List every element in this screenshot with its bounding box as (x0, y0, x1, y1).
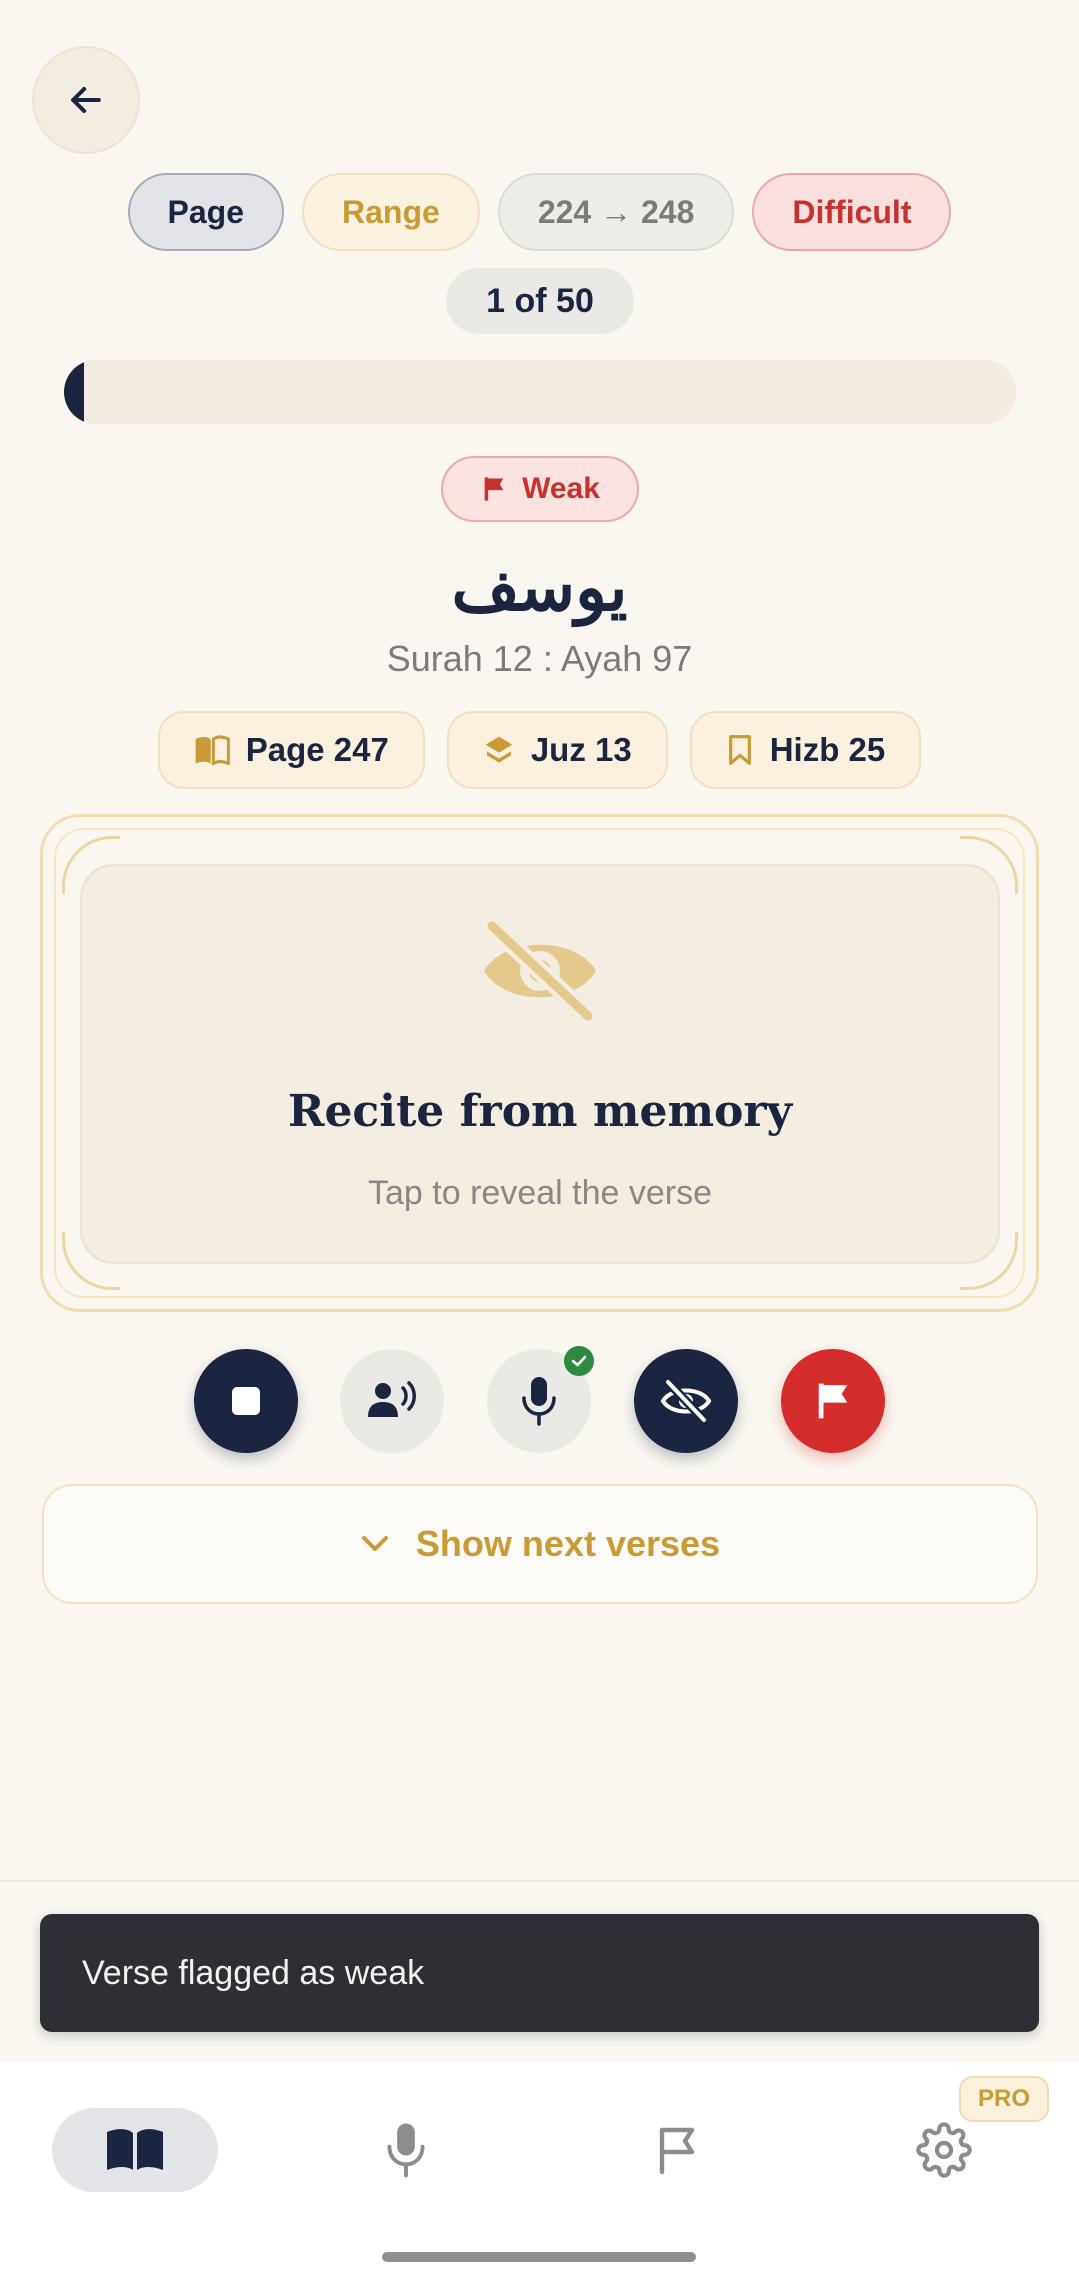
progress-fill (64, 360, 84, 424)
check-icon (564, 1346, 594, 1376)
hizb-chip-label: Hizb 25 (769, 731, 886, 768)
hide-verse-button[interactable] (634, 1349, 738, 1453)
page-chip[interactable]: Page 247 (157, 711, 425, 789)
show-next-verses-label: Show next verses (415, 1523, 721, 1564)
progress-bar (64, 360, 1016, 424)
pro-badge: PRO (959, 2076, 1049, 2122)
nav-item-flagged[interactable] (634, 2108, 718, 2192)
microphone-icon (522, 1377, 556, 1426)
range-value-chip[interactable]: 224 → 248 (497, 173, 735, 251)
flag-icon (484, 477, 504, 501)
nav-item-read[interactable] (52, 2108, 218, 2192)
eye-off-icon (483, 918, 597, 1024)
verse-meta-row: Page 247 Juz 13 Hizb 25 (0, 710, 1079, 790)
chevron-down-icon (361, 1536, 388, 1551)
flag-icon (818, 1383, 848, 1419)
arrow-left-icon (71, 86, 101, 114)
juz-chip-label: Juz 13 (530, 731, 632, 768)
status-badge: Weak (441, 456, 639, 522)
bookmark-icon (728, 735, 751, 765)
juz-chip[interactable]: Juz 13 (446, 711, 668, 789)
progress-counter: 1 of 50 (446, 268, 634, 334)
book-open-icon (107, 2129, 163, 2170)
show-next-verses-button[interactable]: Show next verses (42, 1484, 1038, 1604)
surah-name: يوسف (451, 548, 628, 626)
stop-icon (232, 1387, 260, 1415)
difficult-filter-chip[interactable]: Difficult (752, 173, 952, 251)
card-subtitle: Tap to reveal the verse (368, 1174, 712, 1212)
toast-message: Verse flagged as weak (40, 1914, 1039, 2032)
filter-chips: Page Range 224 → 248 Difficult (0, 172, 1079, 252)
layers-icon (485, 736, 513, 763)
listen-button[interactable] (340, 1349, 444, 1453)
verse-reference: Surah 12 : Ayah 97 (386, 638, 693, 679)
range-filter-chip[interactable]: Range (302, 173, 480, 251)
book-open-icon (195, 735, 230, 765)
hizb-chip[interactable]: Hizb 25 (689, 711, 922, 789)
page-filter-chip[interactable]: Page (127, 173, 285, 251)
status-badge-label: Weak (522, 472, 600, 505)
divider (0, 1880, 1079, 1882)
home-indicator[interactable] (382, 2252, 696, 2262)
flag-icon (659, 2127, 695, 2175)
nav-item-recite[interactable] (364, 2108, 448, 2192)
back-button[interactable] (32, 46, 140, 154)
page-chip-label: Page 247 (245, 731, 389, 768)
stop-button[interactable] (194, 1349, 298, 1453)
flag-button[interactable] (781, 1349, 885, 1453)
card-title: Recite from memory (287, 1086, 793, 1137)
settings-icon (916, 2122, 972, 2178)
eye-off-icon (660, 1379, 712, 1423)
microphone-icon (387, 2123, 425, 2178)
speaker-person-icon (368, 1381, 416, 1417)
